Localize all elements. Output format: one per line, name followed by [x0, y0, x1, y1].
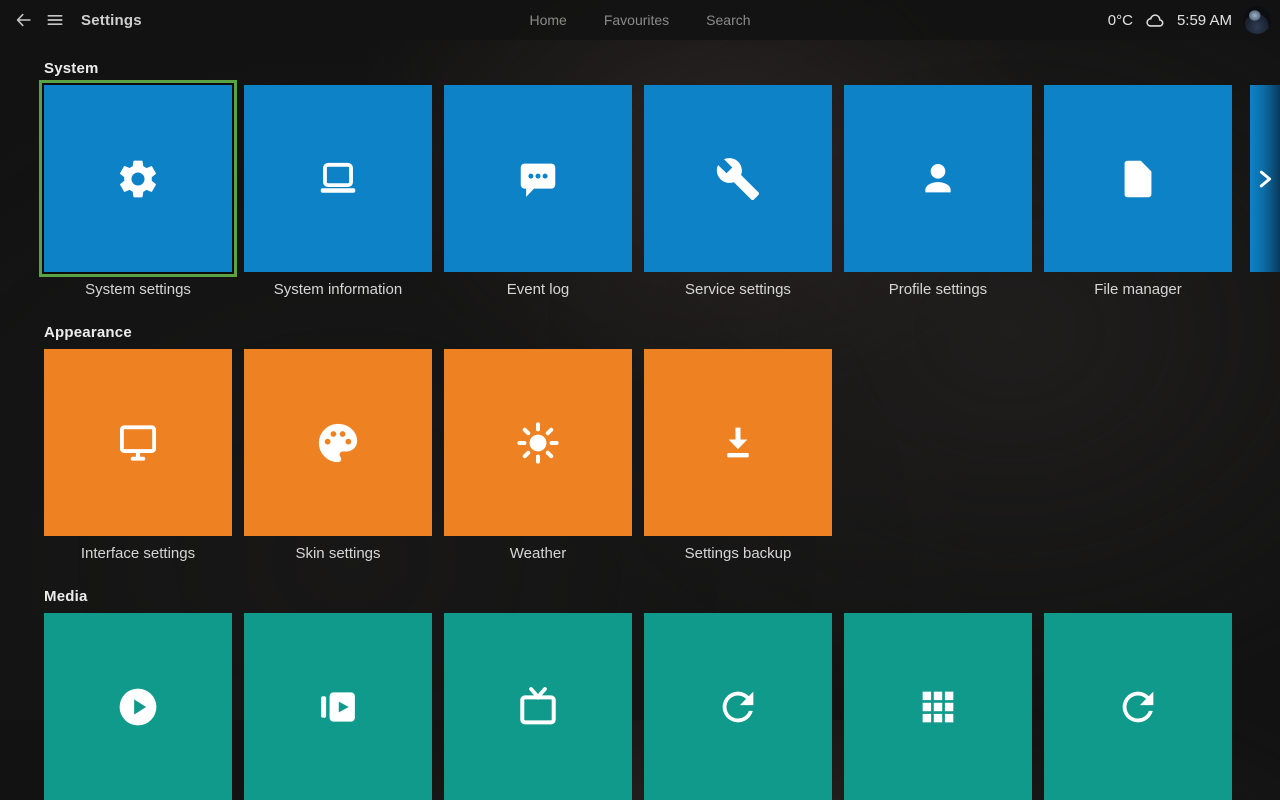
section-header: Appearance: [44, 324, 1280, 341]
play-circle-icon: [115, 684, 161, 730]
top-bar-right: 0°C 5:59 AM: [1108, 6, 1280, 34]
menu-icon[interactable]: [44, 9, 66, 31]
interface-settings-tile[interactable]: [44, 349, 232, 536]
page-title: Settings: [81, 12, 142, 29]
tile-row: Interface settings Skin settings Weather Se…: [44, 349, 1280, 565]
tile-label: Skin settings: [244, 543, 432, 565]
section-appearance: Appearance Interface settings Skin setting…: [44, 324, 1280, 565]
grid-cell: [844, 613, 1032, 800]
grid-tile[interactable]: [844, 613, 1032, 800]
clock: 5:59 AM: [1177, 12, 1232, 29]
tile-label: Weather: [444, 543, 632, 565]
profile-settings-tile[interactable]: [844, 85, 1032, 272]
play-circle-cell: [44, 613, 232, 800]
section-system: System System settings System information E…: [44, 60, 1280, 301]
weather-cell: Weather: [444, 349, 632, 565]
section-header: System: [44, 60, 1280, 77]
file-icon: [1115, 156, 1161, 202]
tile-label: System information: [244, 279, 432, 301]
chat-bubble-icon: [515, 156, 561, 202]
event-log-cell: Event log: [444, 85, 632, 301]
settings-sections: System System settings System information E…: [0, 40, 1280, 800]
system-information-tile[interactable]: [244, 85, 432, 272]
tv-tile[interactable]: [444, 613, 632, 800]
cloud-icon: [1144, 9, 1166, 31]
tile-label: Event log: [444, 279, 632, 301]
laptop-icon: [315, 156, 361, 202]
tv-icon: [515, 684, 561, 730]
system-settings-cell: System settings: [44, 85, 232, 301]
wrench-icon: [715, 156, 761, 202]
system-information-cell: System information: [244, 85, 432, 301]
profile-settings-cell: Profile settings: [844, 85, 1032, 301]
refresh-tile[interactable]: [1044, 613, 1232, 800]
section-media: Media: [44, 588, 1280, 800]
refresh-tile[interactable]: [644, 613, 832, 800]
back-icon[interactable]: [13, 9, 35, 31]
weather-tile[interactable]: [444, 349, 632, 536]
skin-settings-tile[interactable]: [244, 349, 432, 536]
person-icon: [915, 156, 961, 202]
avatar[interactable]: [1243, 6, 1271, 34]
nav-home[interactable]: Home: [529, 12, 566, 28]
tile-label: Settings backup: [644, 543, 832, 565]
tile-row: [44, 613, 1280, 800]
monitor-icon: [115, 420, 161, 466]
palette-icon: [315, 420, 361, 466]
temperature: 0°C: [1108, 12, 1133, 29]
refresh-cell: [1044, 613, 1232, 800]
nav-favourites[interactable]: Favourites: [604, 12, 669, 28]
top-bar-left: Settings: [0, 9, 142, 31]
nav-search[interactable]: Search: [706, 12, 750, 28]
grid-icon: [915, 684, 961, 730]
media-playlist-icon: [315, 684, 361, 730]
sun-icon: [515, 420, 561, 466]
tile-label: System settings: [44, 279, 232, 301]
section-header: Media: [44, 588, 1280, 605]
service-settings-cell: Service settings: [644, 85, 832, 301]
tile-label: Interface settings: [44, 543, 232, 565]
play-circle-tile[interactable]: [44, 613, 232, 800]
file-manager-cell: File manager: [1044, 85, 1232, 301]
settings-backup-tile[interactable]: [644, 349, 832, 536]
system-settings-tile[interactable]: [44, 85, 232, 272]
file-manager-tile[interactable]: [1044, 85, 1232, 272]
refresh-icon: [715, 684, 761, 730]
media-playlist-cell: [244, 613, 432, 800]
more-tiles-overflow[interactable]: [1250, 85, 1280, 272]
tile-label: Service settings: [644, 279, 832, 301]
gear-icon: [115, 156, 161, 202]
settings-backup-cell: Settings backup: [644, 349, 832, 565]
refresh-cell: [644, 613, 832, 800]
refresh-icon: [1115, 684, 1161, 730]
interface-settings-cell: Interface settings: [44, 349, 232, 565]
tile-row: System settings System information Event l…: [44, 85, 1280, 301]
media-playlist-tile[interactable]: [244, 613, 432, 800]
tile-label: File manager: [1044, 279, 1232, 301]
chevron-right-icon: [1254, 168, 1276, 190]
top-bar: Settings Home Favourites Search 0°C 5:59…: [0, 0, 1280, 40]
download-icon: [715, 420, 761, 466]
service-settings-tile[interactable]: [644, 85, 832, 272]
top-nav: Home Favourites Search: [529, 0, 750, 40]
event-log-tile[interactable]: [444, 85, 632, 272]
tv-cell: [444, 613, 632, 800]
tile-label: Profile settings: [844, 279, 1032, 301]
skin-settings-cell: Skin settings: [244, 349, 432, 565]
